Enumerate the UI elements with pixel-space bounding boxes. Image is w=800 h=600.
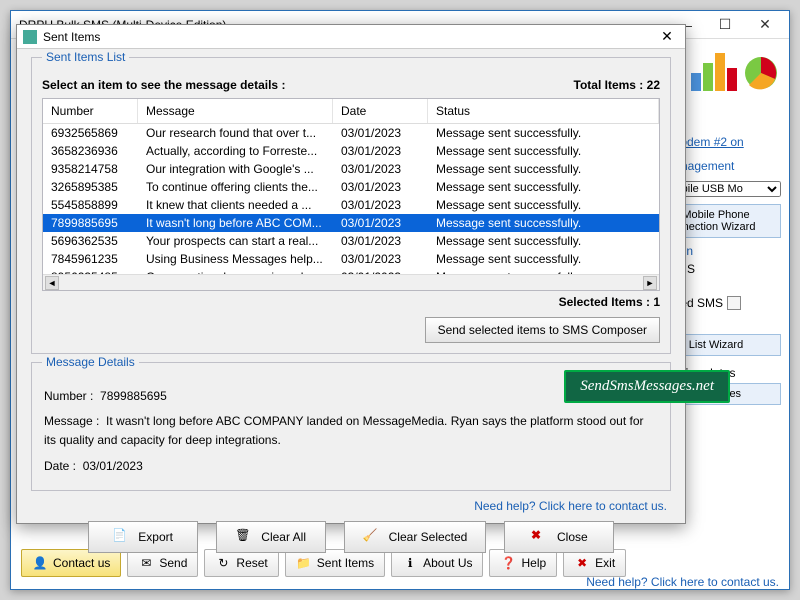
maximize-button[interactable]: ☐ [705, 13, 745, 37]
refresh-icon: ↻ [215, 555, 231, 571]
envelope-icon: ✉ [138, 555, 154, 571]
clear-selected-button[interactable]: 🧹Clear Selected [344, 521, 487, 553]
table-row[interactable]: 9358214758Our integration with Google's … [43, 160, 659, 178]
help-icon: ❓ [500, 555, 516, 571]
sent-items-button[interactable]: 📁Sent Items [285, 549, 385, 577]
dialog-help-link[interactable]: Need help? Click here to contact us. [35, 499, 667, 513]
col-message[interactable]: Message [138, 99, 333, 123]
horizontal-scrollbar[interactable]: ◄ ► [43, 274, 659, 290]
info-icon: ℹ [402, 555, 418, 571]
close-button[interactable]: ✖Close [504, 521, 614, 553]
watermark: SendSmsMessages.net [564, 370, 730, 403]
table-row[interactable]: 8956235485Conversational messaging, al..… [43, 268, 659, 274]
group-legend: Sent Items List [42, 50, 129, 64]
person-icon: 👤 [32, 555, 48, 571]
sent-items-dialog: Sent Items ✕ Sent Items List Select an i… [16, 24, 686, 524]
clear-all-button[interactable]: 🗑Clear All [216, 521, 326, 553]
main-help-link[interactable]: Need help? Click here to contact us. [586, 575, 779, 589]
contact-us-button[interactable]: 👤Contact us [21, 549, 121, 577]
dialog-close-button[interactable]: ✕ [655, 27, 679, 47]
scroll-right-icon[interactable]: ► [643, 276, 657, 290]
bottom-toolbar: 👤Contact us ✉Send ↻Reset 📁Sent Items ℹAb… [21, 549, 779, 577]
details-legend: Message Details [42, 355, 139, 369]
table-row[interactable]: 7899885695It wasn't long before ABC COM.… [43, 214, 659, 232]
dialog-icon [23, 30, 37, 44]
sent-items-list-group: Sent Items List Select an item to see th… [31, 57, 671, 354]
dialog-buttons: 📄Export 🗑Clear All 🧹Clear Selected ✖Clos… [31, 521, 671, 553]
items-grid: Number Message Date Status 6932565869Our… [42, 98, 660, 291]
window-close-button[interactable]: ✕ [745, 13, 785, 37]
scroll-left-icon[interactable]: ◄ [45, 276, 59, 290]
grid-body: 6932565869Our research found that over t… [43, 124, 659, 274]
dialog-title: Sent Items [43, 30, 655, 44]
col-date[interactable]: Date [333, 99, 428, 123]
table-row[interactable]: 6932565869Our research found that over t… [43, 124, 659, 142]
chart-icon [689, 43, 779, 93]
export-icon: 📄 [112, 528, 130, 546]
send-button[interactable]: ✉Send [127, 549, 198, 577]
folder-icon: 📁 [296, 555, 312, 571]
help-button[interactable]: ❓Help [489, 549, 557, 577]
table-row[interactable]: 3265895385To continue offering clients t… [43, 178, 659, 196]
detail-message: Message : It wasn't long before ABC COMP… [44, 412, 658, 450]
reset-button[interactable]: ↻Reset [204, 549, 278, 577]
close-icon: ✖ [574, 555, 590, 571]
export-button[interactable]: 📄Export [88, 521, 198, 553]
failed-dropdown[interactable] [727, 296, 741, 310]
grid-header: Number Message Date Status [43, 99, 659, 124]
send-to-composer-button[interactable]: Send selected items to SMS Composer [425, 317, 660, 343]
detail-date: Date : 03/01/2023 [44, 457, 658, 476]
prompt-text: Select an item to see the message detail… [42, 78, 285, 92]
clear-selected-icon: 🧹 [363, 528, 381, 546]
about-us-button[interactable]: ℹAbout Us [391, 549, 483, 577]
table-row[interactable]: 5696362535Your prospects can start a rea… [43, 232, 659, 250]
exit-button[interactable]: ✖Exit [563, 549, 626, 577]
selected-items: Selected Items : 1 [42, 295, 660, 309]
close-icon: ✖ [531, 528, 549, 546]
table-row[interactable]: 5545858899It knew that clients needed a … [43, 196, 659, 214]
col-number[interactable]: Number [43, 99, 138, 123]
clear-all-icon: 🗑 [235, 528, 253, 546]
total-items: Total Items : 22 [574, 78, 661, 92]
dialog-titlebar: Sent Items ✕ [17, 25, 685, 49]
table-row[interactable]: 7845961235Using Business Messages help..… [43, 250, 659, 268]
col-status[interactable]: Status [428, 99, 659, 123]
table-row[interactable]: 3658236936Actually, according to Forrest… [43, 142, 659, 160]
